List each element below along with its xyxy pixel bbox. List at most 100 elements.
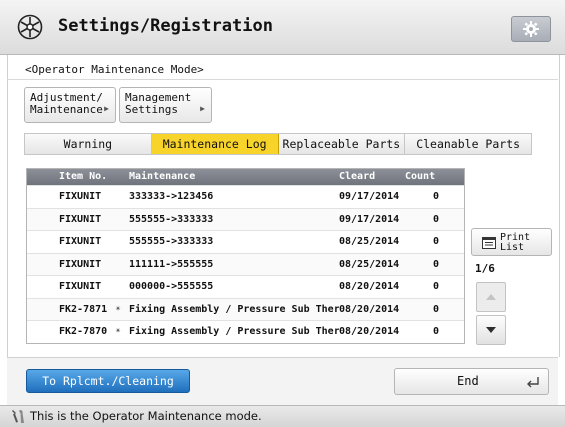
mode-title: <Operator Maintenance Mode> (25, 63, 204, 76)
settings-window: Settings/Registration <Operator Maintena (0, 0, 565, 427)
cell-item-no: FIXUNIT (59, 259, 123, 270)
cell-maintenance-text: Fixing Assembly / Pressure Sub Therm (129, 326, 339, 337)
settings-registration-icon (17, 14, 43, 40)
adjustment-maintenance-button[interactable]: Adjustment/ Maintenance ▶ (24, 87, 116, 123)
menu-label-line2: Settings (125, 103, 178, 116)
table-row[interactable]: FK2-7870 ✴ Fixing Assembly / Pressure Sub … (27, 320, 464, 343)
cell-cleard: 08/20/2014 (339, 281, 409, 292)
arrow-down-icon (486, 327, 496, 333)
cell-count-text: 0 (432, 213, 439, 225)
cell-count: 0 (411, 281, 461, 292)
chevron-right-icon: ▶ (104, 104, 109, 113)
cell-cleard: 09/17/2014 (339, 191, 409, 202)
cell-count-text: 0 (432, 281, 439, 292)
cell-count: 0 (411, 304, 461, 315)
cell-maintenance: 555555->333333 (129, 214, 339, 225)
cell-item-no-text: FIXUNIT (59, 213, 102, 225)
cell-count-text: 0 (432, 258, 439, 270)
cell-cleard: 09/17/2014 (339, 214, 409, 225)
cell-item-no: FIXUNIT (59, 191, 123, 202)
cell-count: 0 (411, 214, 461, 225)
scroll-down-button[interactable] (476, 315, 506, 345)
tab-maintenance-log[interactable]: Maintenance Log (151, 134, 279, 154)
divider (7, 79, 558, 80)
cell-item-no-text: FIXUNIT (59, 258, 102, 270)
cell-maintenance-text: 333333->123456 (129, 191, 214, 202)
tab-cleanable-parts[interactable]: Cleanable Parts (405, 134, 531, 154)
chevron-right-icon: ▶ (200, 104, 205, 113)
cell-cleard: 08/25/2014 (339, 259, 409, 270)
title-bar: Settings/Registration (0, 0, 565, 55)
management-settings-button[interactable]: Management Settings ▶ (119, 87, 212, 123)
print-list-button[interactable]: Print List (471, 228, 552, 256)
cell-maintenance: Fixing Assembly / Pressure Sub Therm (129, 304, 339, 315)
tab-replaceable-parts[interactable]: Replaceable Parts (278, 134, 406, 154)
scroll-up-button[interactable] (476, 282, 506, 312)
cell-cleard-text: 09/17/2014 (339, 191, 400, 202)
cell-count-text: 0 (432, 303, 439, 315)
tab-bar: Warning Maintenance Log Replaceable Part… (24, 133, 532, 155)
maintenance-log-table: Item No. Maintenance Cleard Count FIXUNI… (26, 168, 465, 344)
cell-cleard-text: 09/17/2014 (339, 213, 400, 225)
end-button[interactable]: End (394, 368, 549, 395)
cell-maintenance: 111111->555555 (129, 259, 339, 270)
status-bar: This is the Operator Maintenance mode. (0, 405, 565, 427)
page-indicator: 1/6 (475, 262, 495, 275)
cell-count: 0 (411, 326, 461, 337)
table-row[interactable]: FIXUNIT 333333->123456 09/17/2014 0 (27, 185, 464, 208)
column-header-item-no: Item No. (59, 171, 108, 182)
table-row[interactable]: FIXUNIT 555555->333333 08/25/2014 0 (27, 230, 464, 253)
list-icon (482, 237, 496, 249)
cell-count-text: 0 (432, 236, 439, 247)
cell-cleard: 08/20/2014 (339, 304, 409, 315)
table-row[interactable]: FIXUNIT 000000->555555 08/20/2014 0 (27, 275, 464, 298)
cell-maintenance-text: 555555->333333 (129, 213, 214, 225)
end-label: End (457, 374, 479, 388)
to-replacement-cleaning-button[interactable]: To Rplcmt./Cleaning (26, 369, 190, 393)
gear-icon (523, 21, 539, 37)
tab-warning[interactable]: Warning (25, 134, 152, 154)
enter-icon (527, 377, 539, 388)
cell-maintenance: 333333->123456 (129, 191, 339, 202)
cell-maintenance-text: 000000->555555 (129, 281, 214, 292)
cell-maintenance-text: 555555->333333 (129, 236, 214, 247)
cell-item-no-text: FIXUNIT (59, 281, 102, 292)
cell-count-text: 0 (432, 326, 439, 337)
print-list-line2: List (500, 242, 525, 253)
link-gear-icon: ✴ (115, 302, 122, 314)
column-header-maintenance: Maintenance (129, 171, 196, 182)
cell-item-no: FIXUNIT (59, 214, 123, 225)
cell-maintenance: 000000->555555 (129, 281, 339, 292)
cell-count: 0 (411, 259, 461, 270)
cell-cleard-text: 08/20/2014 (339, 303, 400, 315)
cell-item-no: FIXUNIT (59, 281, 123, 292)
settings-gear-button[interactable] (511, 16, 551, 42)
cell-item-no: FK2-7870 (59, 326, 123, 337)
cell-count: 0 (411, 236, 461, 247)
menu-label-line2: Maintenance (30, 103, 103, 116)
cell-item-no-text: FIXUNIT (59, 236, 102, 247)
cell-cleard-text: 08/25/2014 (339, 236, 400, 247)
cell-item-no-text: FK2-7870 (59, 326, 108, 337)
cell-maintenance-text: Fixing Assembly / Pressure Sub Therm (129, 303, 339, 315)
cell-maintenance: 555555->333333 (129, 236, 339, 247)
cell-item-no-text: FK2-7871 (59, 303, 108, 315)
table-row[interactable]: FIXUNIT 555555->333333 09/17/2014 0 (27, 207, 464, 231)
cell-cleard-text: 08/20/2014 (339, 281, 400, 292)
print-list-label: Print List (500, 233, 530, 253)
cell-count-text: 0 (432, 191, 439, 202)
cell-count: 0 (411, 191, 461, 202)
cell-item-no-text: FIXUNIT (59, 191, 102, 202)
cell-maintenance-text: 111111->555555 (129, 258, 214, 270)
link-gear-icon: ✴ (115, 325, 122, 336)
status-message: This is the Operator Maintenance mode. (30, 409, 262, 423)
arrow-up-icon (486, 294, 496, 300)
cell-cleard: 08/20/2014 (339, 326, 409, 337)
maintenance-tools-icon (12, 410, 24, 423)
table-row[interactable]: FK2-7871 ✴ Fixing Assembly / Pressure Sub … (27, 297, 464, 321)
table-header: Item No. Maintenance Cleard Count (27, 169, 464, 185)
column-header-count: Count (405, 171, 436, 182)
table-row[interactable]: FIXUNIT 111111->555555 08/25/2014 0 (27, 252, 464, 276)
cell-cleard-text: 08/20/2014 (339, 326, 400, 337)
cell-cleard-text: 08/25/2014 (339, 258, 400, 270)
